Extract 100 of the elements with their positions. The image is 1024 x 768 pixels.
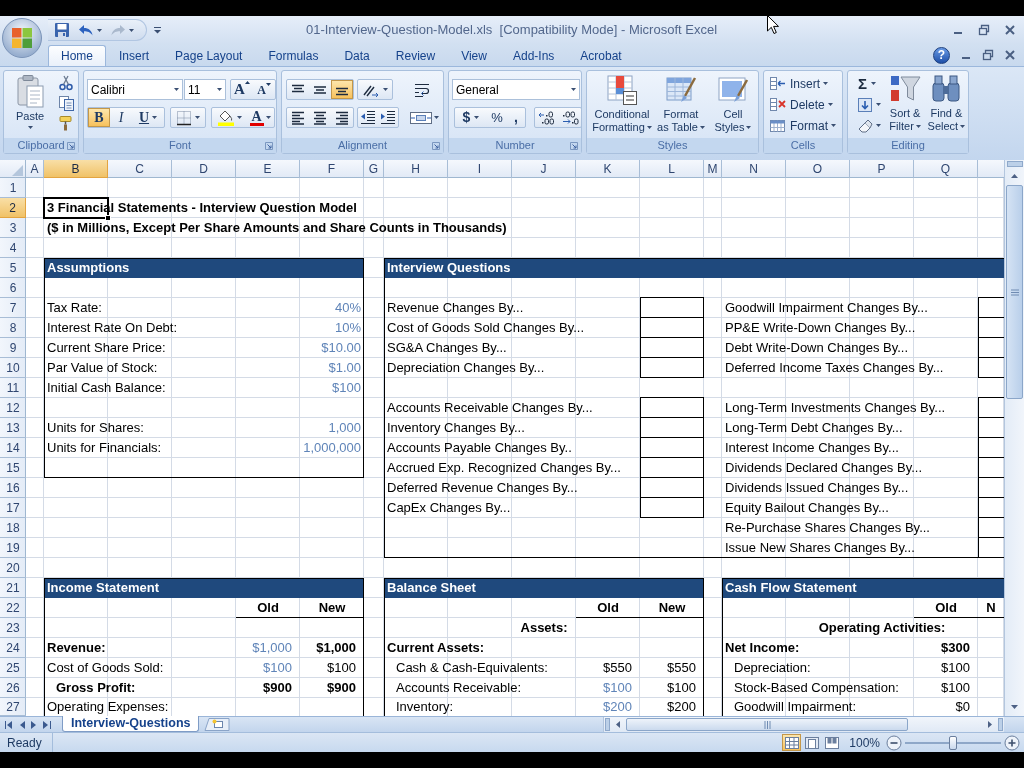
row-header[interactable]: 2 <box>0 198 26 218</box>
answer-box[interactable] <box>640 477 704 498</box>
dialog-launcher-icon[interactable] <box>265 141 273 150</box>
zoom-percentage[interactable]: 100% <box>849 733 880 752</box>
ribbon-tab[interactable]: Acrobat <box>567 45 635 66</box>
row-header[interactable]: 18 <box>0 518 26 538</box>
borders-button[interactable] <box>170 107 206 128</box>
row-header[interactable]: 5 <box>0 258 26 278</box>
bold-button[interactable]: B <box>88 108 110 127</box>
delete-cells-button[interactable]: Delete <box>769 94 842 115</box>
format-as-table-button[interactable]: Format as Table <box>653 74 709 134</box>
paste-button[interactable]: Paste <box>10 74 50 131</box>
page-break-button[interactable] <box>822 734 842 751</box>
autosum-button[interactable]: Σ <box>852 73 886 94</box>
copy-icon[interactable] <box>58 95 74 111</box>
up-triangle-icon[interactable] <box>1011 174 1018 178</box>
row-header[interactable]: 10 <box>0 358 26 378</box>
right-triangle-bar-icon[interactable] <box>43 720 51 729</box>
column-header[interactable]: G <box>364 160 384 178</box>
fill-handle[interactable] <box>105 215 111 221</box>
increase-indent-button[interactable] <box>378 108 398 127</box>
row-header[interactable]: 20 <box>0 558 26 578</box>
column-header[interactable]: L <box>640 160 704 178</box>
insert-sheet-icon[interactable] <box>204 718 231 731</box>
ribbon-tab[interactable]: Formulas <box>255 45 332 66</box>
column-header[interactable]: K <box>576 160 640 178</box>
shrink-font-button[interactable]: A <box>253 80 275 99</box>
dialog-launcher-icon[interactable] <box>432 141 440 150</box>
row-header[interactable]: 21 <box>0 578 26 598</box>
ribbon-tab[interactable]: Data <box>331 45 383 66</box>
comma-button[interactable]: , <box>507 108 525 127</box>
slider-thumb[interactable] <box>949 735 957 750</box>
row-header[interactable]: 3 <box>0 218 26 238</box>
left-triangle-icon[interactable] <box>616 721 620 728</box>
decrease-indent-button[interactable] <box>358 108 378 127</box>
italic-button[interactable]: I <box>110 108 132 127</box>
answer-box[interactable] <box>640 317 704 338</box>
currency-button[interactable]: $ <box>455 108 487 127</box>
scrollbar-thumb[interactable] <box>1006 185 1023 399</box>
ribbon-tab[interactable]: Review <box>382 45 449 66</box>
font-size-field[interactable]: 11 <box>184 79 226 100</box>
zoom-slider[interactable] <box>905 735 1001 750</box>
conditional-formatting-button[interactable]: Conditional Formatting <box>591 74 653 134</box>
scissors-icon[interactable] <box>58 75 74 91</box>
font-color-button[interactable]: A <box>246 108 274 127</box>
row-header[interactable]: 22 <box>0 598 26 618</box>
ribbon-tab[interactable]: Add-Ins <box>499 45 568 66</box>
bar-left-triangle-icon[interactable] <box>5 720 13 729</box>
align-bottom-button[interactable] <box>331 80 353 99</box>
answer-box[interactable] <box>640 457 704 478</box>
row-header[interactable]: 19 <box>0 538 26 558</box>
column-header[interactable]: F <box>300 160 364 178</box>
normal-view-button[interactable] <box>782 734 802 751</box>
row-header[interactable]: 24 <box>0 638 26 658</box>
find-select-button[interactable]: Find & Select <box>924 73 968 136</box>
column-header[interactable]: C <box>108 160 172 178</box>
row-header[interactable]: 4 <box>0 238 26 258</box>
row-header[interactable]: 7 <box>0 298 26 318</box>
percent-button[interactable]: % <box>487 108 507 127</box>
column-header[interactable]: Q <box>914 160 978 178</box>
restore-icon[interactable] <box>982 49 994 61</box>
row-header[interactable]: 25 <box>0 658 26 678</box>
row-header[interactable]: 13 <box>0 418 26 438</box>
row-header[interactable]: 26 <box>0 678 26 698</box>
paintbrush-icon[interactable] <box>58 115 74 131</box>
insert-cells-button[interactable]: Insert <box>769 73 842 94</box>
restore-icon[interactable] <box>978 24 990 36</box>
row-header[interactable]: 14 <box>0 438 26 458</box>
answer-box[interactable] <box>640 437 704 458</box>
font-name-field[interactable]: Calibri <box>87 79 183 100</box>
row-header[interactable]: 12 <box>0 398 26 418</box>
row-header[interactable]: 15 <box>0 458 26 478</box>
close-icon[interactable] <box>1004 24 1016 36</box>
row-header[interactable]: 8 <box>0 318 26 338</box>
row-header[interactable]: 16 <box>0 478 26 498</box>
dialog-launcher-icon[interactable] <box>570 141 578 150</box>
column-header[interactable]: M <box>704 160 722 178</box>
zoom-out-icon[interactable] <box>886 734 902 751</box>
row-header[interactable]: 17 <box>0 498 26 518</box>
down-triangle-icon[interactable] <box>1011 705 1018 709</box>
column-header[interactable]: I <box>448 160 512 178</box>
right-triangle-icon[interactable] <box>31 720 37 729</box>
underline-button[interactable]: U <box>132 108 164 127</box>
answer-box[interactable] <box>640 397 704 418</box>
row-header[interactable]: 11 <box>0 378 26 398</box>
answer-box[interactable] <box>640 337 704 358</box>
cell-styles-button[interactable]: Cell Styles <box>709 74 757 134</box>
column-header[interactable]: D <box>172 160 236 178</box>
format-cells-button[interactable]: Format <box>769 115 842 136</box>
help-button[interactable]: ? <box>933 46 950 64</box>
zoom-in-icon[interactable] <box>1004 734 1020 751</box>
number-format-field[interactable]: General <box>452 79 580 100</box>
page-layout-button[interactable] <box>802 734 822 751</box>
column-header[interactable]: O <box>786 160 850 178</box>
row-header[interactable]: 9 <box>0 338 26 358</box>
ribbon-tab[interactable]: Insert <box>106 45 163 66</box>
row-header[interactable]: 23 <box>0 618 26 638</box>
left-triangle-icon[interactable] <box>19 720 25 729</box>
sheet-tab[interactable]: Interview-Questions <box>62 716 200 732</box>
row-header[interactable]: 6 <box>0 278 26 298</box>
